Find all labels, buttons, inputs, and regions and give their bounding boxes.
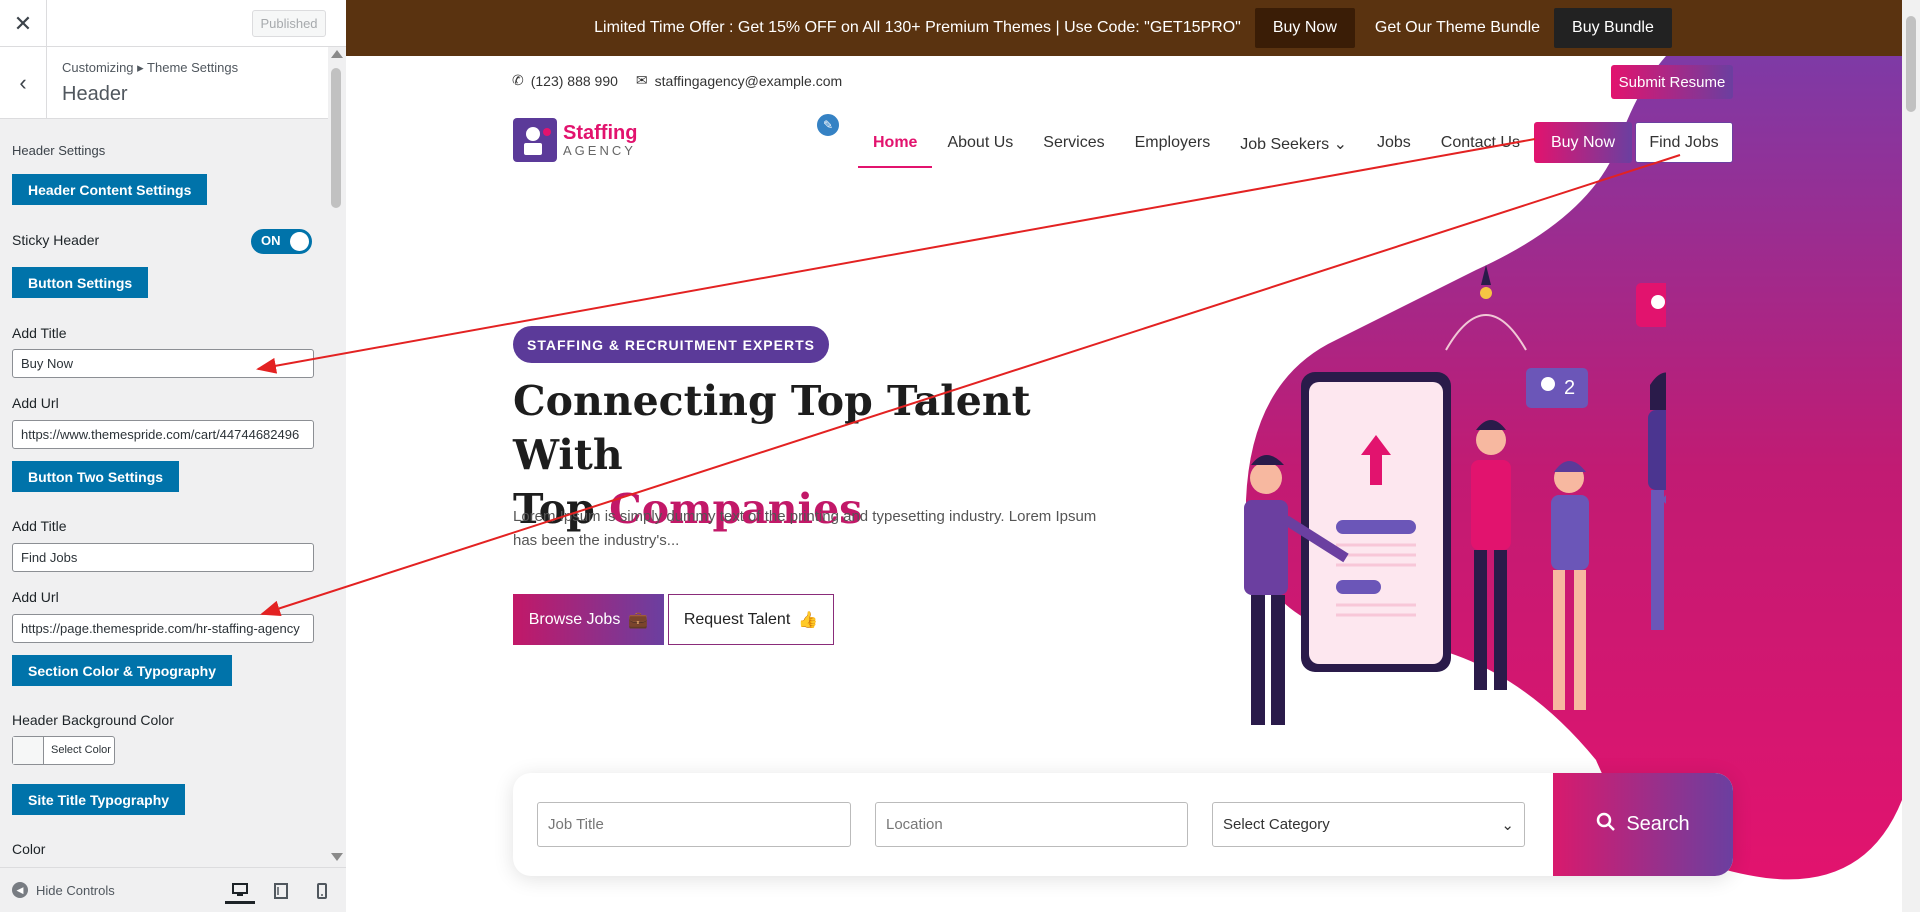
add-title-label-2: Add Title: [12, 518, 67, 534]
scroll-up-icon[interactable]: [331, 50, 343, 58]
lamp-icon: [1481, 265, 1491, 285]
toggle-knob: [290, 232, 309, 251]
close-icon[interactable]: ✕: [0, 0, 47, 47]
phone-icon: ✆: [512, 72, 524, 88]
nav-buy-now-button[interactable]: Buy Now: [1534, 122, 1632, 163]
published-button[interactable]: Published: [252, 10, 326, 37]
hero-illustration: 3 2: [1244, 265, 1666, 725]
select-color-label: Select Color: [51, 744, 111, 756]
customizer-sidebar: ✕ Published ‹ Customizing ▸ Theme Settin…: [0, 0, 346, 912]
sticky-header-label: Sticky Header: [12, 232, 100, 248]
sidebar-scroll-thumb[interactable]: [331, 68, 341, 208]
nav-jobs[interactable]: Jobs: [1362, 120, 1426, 168]
bundle-text: Get Our Theme Bundle: [1374, 19, 1541, 36]
phone-number: (123) 888 990: [530, 72, 618, 89]
offer-text: Limited Time Offer : Get 15% OFF on All …: [594, 19, 1241, 36]
search-button-label: Search: [1626, 813, 1690, 835]
notification-bubble-3: 3: [1636, 283, 1666, 327]
job-title-input[interactable]: Job Title: [537, 802, 851, 847]
site-title-typography-button[interactable]: Site Title Typography: [12, 784, 186, 815]
mobile-preview-icon[interactable]: [307, 878, 337, 904]
select-color-button[interactable]: Select Color: [12, 736, 115, 765]
desktop-preview-icon[interactable]: [225, 878, 255, 904]
section-title: Header: [62, 83, 128, 105]
site-preview: Limited Time Offer : Get 15% OFF on All …: [346, 0, 1920, 912]
submit-resume-button[interactable]: Submit Resume: [1611, 65, 1733, 99]
hero-title-line1: Connecting Top Talent With: [513, 377, 1031, 479]
tablet-preview-icon[interactable]: [266, 878, 296, 904]
button-settings-button[interactable]: Button Settings: [12, 267, 149, 298]
thumbs-up-icon: 👍: [798, 611, 819, 629]
header-content-settings-button[interactable]: Header Content Settings: [12, 174, 208, 205]
section-color-typography-button[interactable]: Section Color & Typography: [12, 655, 232, 686]
hide-controls-label: Hide Controls: [36, 882, 115, 898]
logo-name: Staffing: [563, 121, 638, 144]
section-header: ‹ Customizing ▸ Theme Settings Header: [0, 47, 328, 119]
button-two-settings-button[interactable]: Button Two Settings: [12, 461, 180, 492]
hide-controls-button[interactable]: ◀ Hide Controls: [12, 882, 115, 898]
location-input[interactable]: Location: [875, 802, 1188, 847]
main-nav: Home About Us Services Employers Job See…: [858, 120, 1535, 168]
header-background-color-label: Header Background Color: [12, 712, 174, 728]
logo-icon: [513, 118, 557, 162]
back-arrow-icon[interactable]: ‹: [0, 47, 47, 119]
header-settings-label: Header Settings: [12, 143, 106, 158]
category-select-value: Select Category: [1223, 816, 1330, 833]
breadcrumb: Customizing ▸ Theme Settings: [62, 60, 239, 75]
browse-jobs-label: Browse Jobs: [528, 610, 621, 628]
nav-job-seekers[interactable]: Job Seekers ⌄: [1225, 120, 1362, 168]
scroll-down-icon[interactable]: [331, 853, 343, 861]
add-url-label-2: Add Url: [12, 589, 59, 605]
nav-about[interactable]: About Us: [932, 120, 1028, 168]
site-logo[interactable]: Staffing AGENCY: [513, 118, 637, 162]
nav-find-jobs-button[interactable]: Find Jobs: [1635, 122, 1733, 163]
nav-home[interactable]: Home: [858, 120, 933, 168]
promo-topbar: Limited Time Offer : Get 15% OFF on All …: [346, 0, 1920, 56]
notification-bubble-2: 2: [1526, 368, 1588, 408]
chevron-down-icon: ⌄: [1501, 816, 1514, 834]
button-two-title-input[interactable]: Find Jobs: [12, 543, 314, 572]
category-select[interactable]: Select Category ⌄: [1212, 802, 1525, 847]
nav-job-seekers-label: Job Seekers: [1240, 136, 1330, 153]
browse-jobs-button[interactable]: Browse Jobs 💼: [513, 594, 664, 645]
email-item: ✉ staffingagency@example.com: [636, 72, 842, 89]
contact-info: ✆ (123) 888 990 ✉ staffingagency@example…: [512, 72, 842, 89]
topbar-buy-now-button[interactable]: Buy Now: [1254, 8, 1355, 48]
sticky-header-toggle[interactable]: ON: [251, 229, 312, 254]
bubble-2-count: 2: [1564, 377, 1575, 399]
color-swatch: [13, 737, 44, 764]
customizer-topbar: ✕ Published: [0, 0, 346, 47]
add-url-label: Add Url: [12, 395, 59, 411]
add-title-label: Add Title: [12, 325, 67, 341]
hero-description: Lorem Ipsum is simply dummy text of the …: [513, 508, 1097, 549]
job-search-card: Job Title Location Select Category ⌄ Sea…: [513, 773, 1733, 876]
nav-employers[interactable]: Employers: [1120, 120, 1226, 168]
color-label: Color: [12, 841, 46, 857]
collapse-icon: ◀: [12, 882, 28, 898]
logo-subtitle: AGENCY: [563, 142, 636, 158]
email-address: staffingagency@example.com: [654, 72, 843, 89]
briefcase-icon: 💼: [628, 611, 649, 629]
chevron-down-icon: ⌄: [1333, 136, 1347, 153]
search-button[interactable]: Search: [1553, 773, 1733, 876]
nav-services[interactable]: Services: [1028, 120, 1119, 168]
button-url-input[interactable]: https://www.themespride.com/cart/4474468…: [12, 420, 314, 449]
customizer-footer: ◀ Hide Controls: [0, 867, 346, 912]
hero-badge: STAFFING & RECRUITMENT EXPERTS: [513, 326, 829, 363]
search-icon: [1596, 812, 1616, 838]
preview-scrollbar[interactable]: [1902, 0, 1920, 912]
edit-pencil-icon[interactable]: ✎: [815, 112, 841, 138]
phone-item: ✆ (123) 888 990: [512, 72, 618, 89]
nav-contact[interactable]: Contact Us: [1426, 120, 1535, 168]
toggle-state: ON: [261, 233, 281, 248]
preview-scroll-thumb[interactable]: [1906, 16, 1916, 112]
mail-icon: ✉: [635, 72, 648, 88]
request-talent-label: Request Talent: [683, 610, 791, 628]
request-talent-button[interactable]: Request Talent 👍: [668, 594, 834, 645]
button-two-url-input[interactable]: https://page.themespride.com/hr-staffing…: [12, 614, 314, 643]
buy-bundle-button[interactable]: Buy Bundle: [1554, 8, 1672, 48]
button-title-input[interactable]: Buy Now: [12, 349, 314, 378]
